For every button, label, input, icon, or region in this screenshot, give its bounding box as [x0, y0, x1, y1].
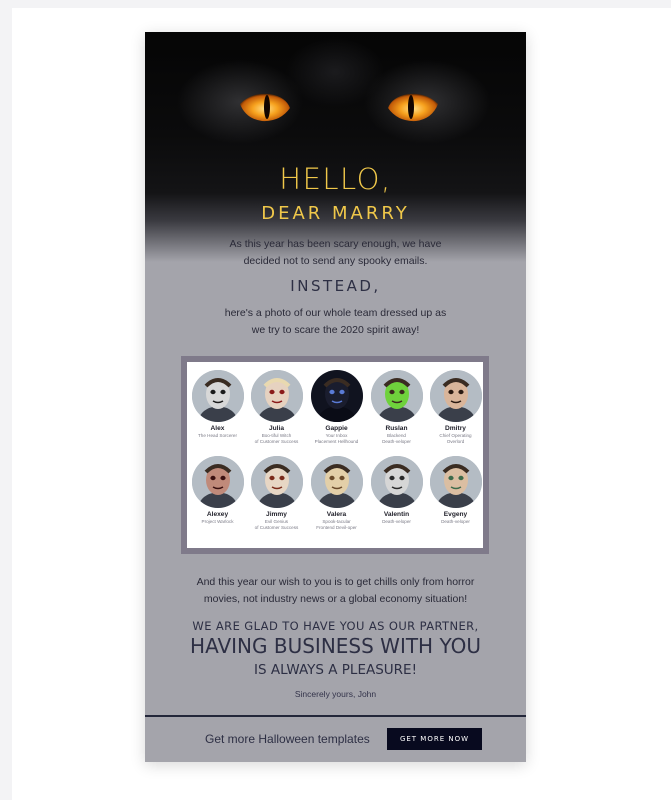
- team-member-role: Chief Operating Overlord: [439, 433, 472, 444]
- greeting-recipient: DEAR MARRY: [261, 203, 410, 224]
- team-member-name: Valera: [326, 511, 347, 518]
- team-member: Ruslan Blackend Death-veloper: [367, 370, 426, 445]
- team-member-name: Julia: [268, 425, 285, 432]
- team-photo-card: Alex The Head Sorcerer Julia Boo-tiful Witc…: [187, 362, 483, 548]
- intro-line-2: decided not to send any spooky emails.: [243, 255, 428, 267]
- team-member-name: Jimmy: [266, 511, 287, 518]
- team-member-role: Evil Genius of Customer Success: [254, 519, 299, 530]
- team-member-name: Evgeny: [443, 511, 468, 518]
- hero-cat-eyes: HELLO, DEAR MARRY: [145, 32, 526, 262]
- signature: Sincerely yours, John: [294, 689, 377, 699]
- cat-eye-right-icon: [386, 88, 440, 126]
- closing-business: HAVING BUSINESS WITH YOU: [190, 634, 481, 658]
- team-member-role: Project Warlock: [201, 519, 234, 524]
- team-member-role: Death-veloper: [382, 519, 411, 524]
- team-member-role: The Head Sorcerer: [197, 433, 238, 438]
- team-photo-frame: Alex The Head Sorcerer Julia Boo-tiful Witc…: [181, 356, 489, 554]
- team-member: Evgeny Death-veloper: [426, 456, 485, 525]
- cat-eye-left-icon: [238, 88, 292, 126]
- team-member-role: Boo-tiful Witch of Customer Success: [254, 433, 299, 444]
- photo-caption-line-1: here's a photo of our whole team dressed…: [224, 307, 447, 319]
- team-member-avatar: [310, 370, 363, 422]
- team-member-avatar: [191, 370, 244, 422]
- team-member-avatar: [370, 456, 423, 508]
- team-member-role: Death-veloper: [441, 519, 470, 524]
- team-member-name: Gappie: [325, 425, 348, 432]
- get-more-now-button[interactable]: GET MORE NOW: [387, 728, 482, 750]
- wish-line-2: movies, not industry news or a global ec…: [203, 593, 468, 605]
- team-member: Dmitry Chief Operating Overlord: [426, 370, 485, 445]
- team-member: Jimmy Evil Genius of Customer Success: [247, 456, 306, 531]
- team-member-role: Spook-tacular Frontend Devil-oper: [316, 519, 357, 530]
- email-body: HELLO, DEAR MARRY As this year has been …: [145, 32, 526, 762]
- team-member: Gappie Your Inbox Placement Hellhound: [307, 370, 366, 445]
- team-member: Valera Spook-tacular Frontend Devil-oper: [307, 456, 366, 531]
- team-member-avatar: [310, 456, 363, 508]
- team-member-name: Alex: [210, 425, 225, 432]
- team-member-name: Alexey: [206, 511, 229, 518]
- team-member-avatar: [250, 370, 303, 422]
- team-member-avatar: [250, 456, 303, 508]
- team-member-name: Ruslan: [385, 425, 408, 432]
- team-member-avatar: [429, 370, 482, 422]
- wish-line-1: And this year our wish to you is to get …: [196, 576, 475, 588]
- team-member-avatar: [370, 370, 423, 422]
- intro-line-1: As this year has been scary enough, we h…: [229, 238, 442, 250]
- greeting-hello: HELLO,: [279, 162, 392, 196]
- closing-glad: WE ARE GLAD TO HAVE YOU AS OUR PARTNER,: [192, 619, 479, 633]
- instead-heading: INSTEAD,: [290, 277, 381, 295]
- team-member: Alex The Head Sorcerer: [188, 370, 247, 439]
- team-member-name: Valentin: [383, 511, 410, 518]
- team-member-role: Blackend Death-veloper: [382, 433, 411, 444]
- team-member-avatar: [191, 456, 244, 508]
- footer-divider: [145, 715, 526, 717]
- team-member-role: Your Inbox Placement Hellhound: [314, 433, 359, 444]
- closing-always: IS ALWAYS A PLEASURE!: [254, 662, 417, 678]
- footer-promo-text: Get more Halloween templates: [205, 732, 370, 746]
- team-member-name: Dmitry: [445, 425, 466, 432]
- team-member: Julia Boo-tiful Witch of Customer Success: [247, 370, 306, 445]
- team-member-avatar: [429, 456, 482, 508]
- team-member: Valentin Death-veloper: [367, 456, 426, 525]
- team-member: Alexey Project Warlock: [188, 456, 247, 525]
- photo-caption-line-2: we try to scare the 2020 spirit away!: [251, 324, 420, 336]
